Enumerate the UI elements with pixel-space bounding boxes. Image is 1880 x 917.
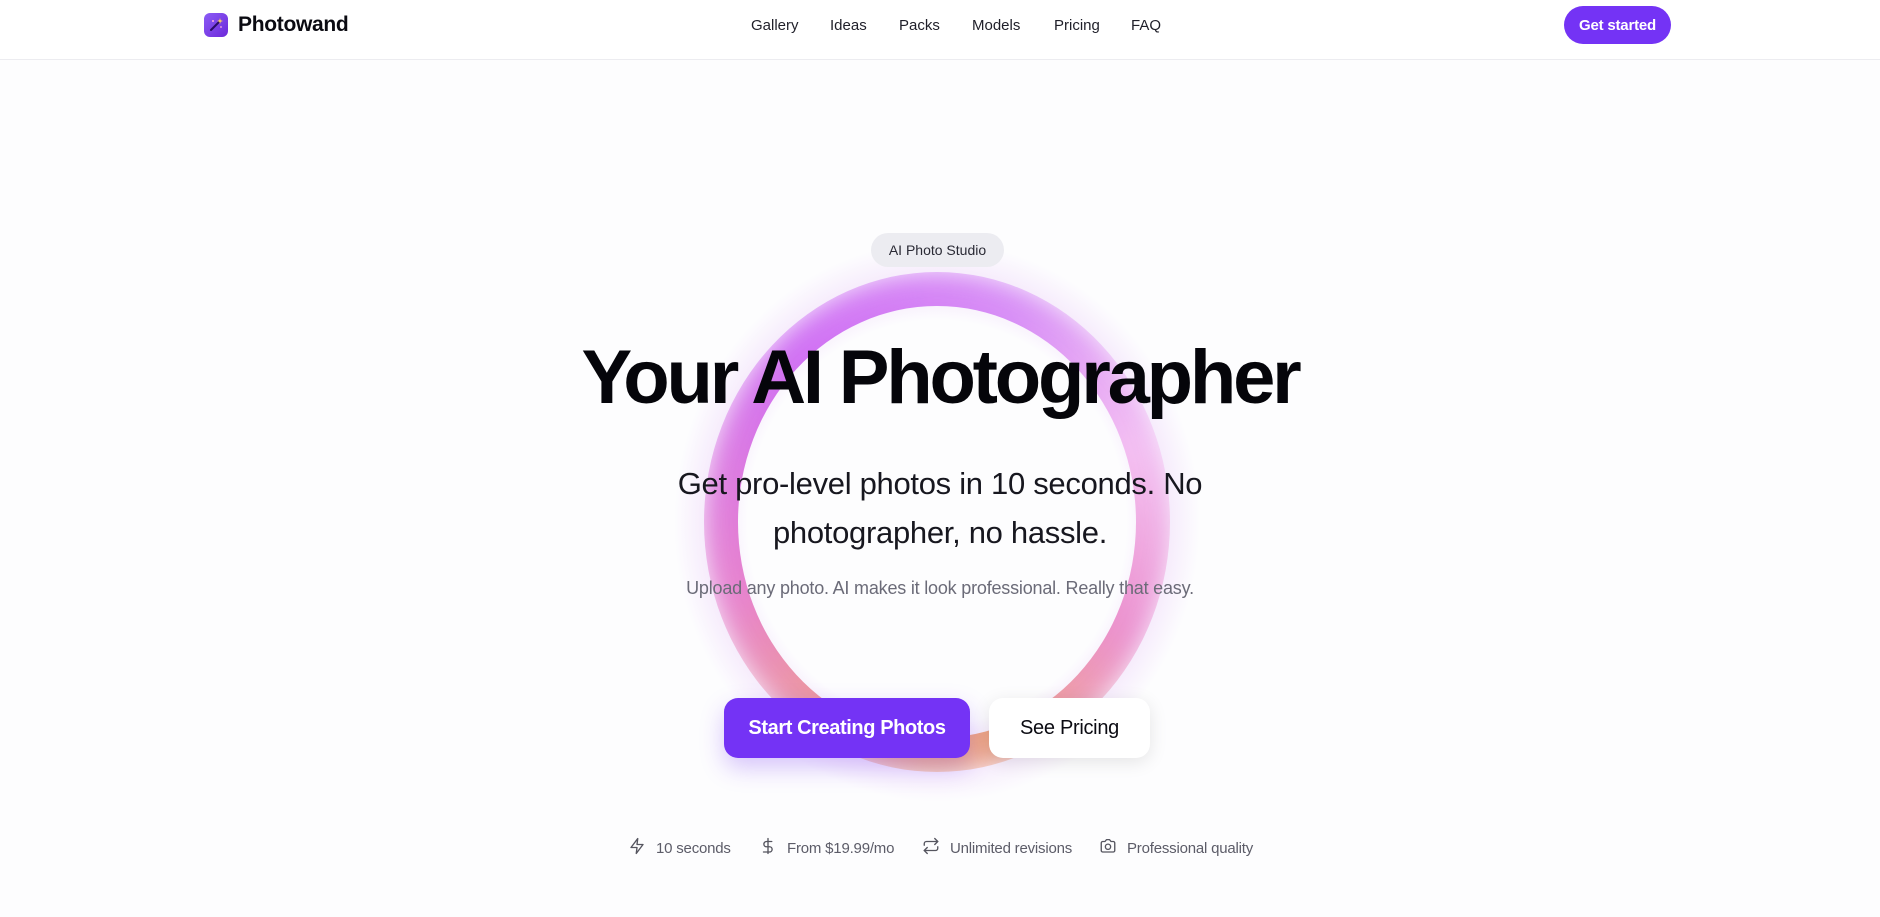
camera-icon <box>1099 837 1117 860</box>
lightning-icon <box>628 837 646 860</box>
nav-gallery[interactable]: Gallery <box>751 17 799 34</box>
hero-badge: AI Photo Studio <box>871 233 1004 267</box>
feature-speed: 10 seconds <box>628 837 731 859</box>
hero-subtitle: Get pro-level photos in 10 seconds. No p… <box>677 466 1203 550</box>
feature-quality: Professional quality <box>1099 837 1253 859</box>
top-navbar: Photowand Gallery Ideas Packs Models Pri… <box>0 0 1880 60</box>
feature-revisions: Unlimited revisions <box>922 837 1072 859</box>
see-pricing-button[interactable]: See Pricing <box>989 698 1150 758</box>
page: Photowand Gallery Ideas Packs Models Pri… <box>0 0 1880 917</box>
brand-logo-link[interactable]: Photowand <box>204 13 349 37</box>
feature-price: From $19.99/mo <box>759 837 894 859</box>
repeat-icon <box>922 837 940 860</box>
magic-wand-icon <box>204 13 228 37</box>
nav-pricing[interactable]: Pricing <box>1054 17 1100 34</box>
feature-label: 10 seconds <box>656 839 731 857</box>
hero-description: Upload any photo. AI makes it look profe… <box>686 578 1194 598</box>
nav-models[interactable]: Models <box>972 17 1020 34</box>
dollar-icon <box>759 837 777 860</box>
nav-packs[interactable]: Packs <box>899 17 940 34</box>
nav-ideas[interactable]: Ideas <box>830 17 867 34</box>
feature-label: Professional quality <box>1127 839 1254 857</box>
hero-title: Your AI Photographer <box>581 335 1301 420</box>
get-started-button[interactable]: Get started <box>1564 6 1671 44</box>
feature-label: From $19.99/mo <box>787 839 895 857</box>
nav-faq[interactable]: FAQ <box>1131 17 1161 34</box>
feature-label: Unlimited revisions <box>950 839 1073 857</box>
start-creating-photos-button[interactable]: Start Creating Photos <box>724 698 970 758</box>
brand-name: Photowand <box>238 13 349 36</box>
